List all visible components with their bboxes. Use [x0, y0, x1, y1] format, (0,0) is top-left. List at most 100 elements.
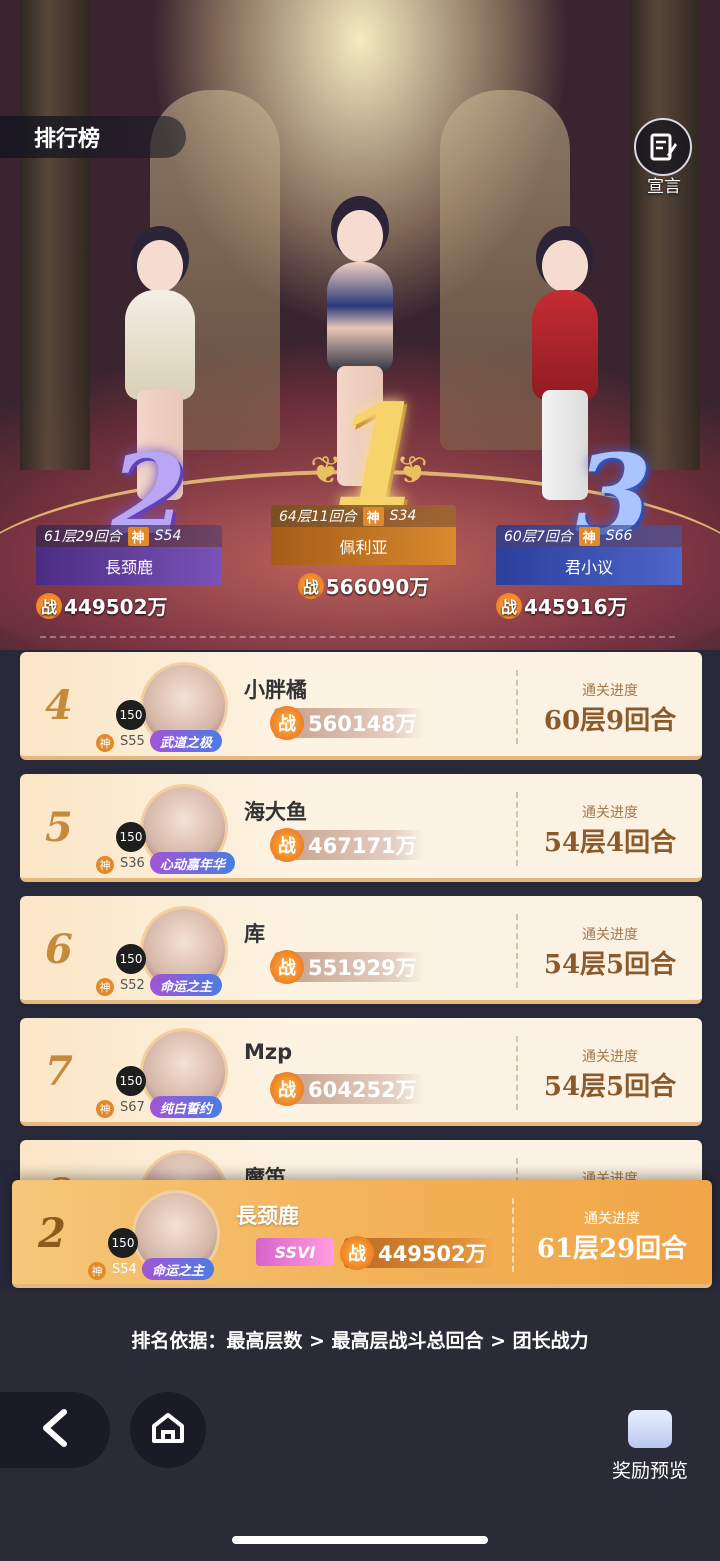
power-value: 449502万: [378, 1242, 487, 1266]
power-icon: 战: [36, 592, 62, 619]
power-value: 566090万: [325, 575, 430, 599]
section-divider: [40, 636, 675, 638]
player-name: 長颈鹿: [236, 1204, 299, 1228]
rank-number: 2: [38, 1210, 66, 1257]
floor-round: 61层29回合: [44, 529, 122, 545]
declare-label: 宣言: [647, 177, 681, 197]
power-icon: 战: [270, 1072, 304, 1106]
power: 战 467171万: [270, 828, 424, 862]
tier-badge: 神: [96, 734, 114, 752]
floor-round: 64层11回合: [279, 509, 357, 525]
list-item[interactable]: 4 150 神 S55 武道之极 小胖橘 战 560148万 通关进度 60层9回…: [20, 652, 702, 760]
level-badge: 150: [116, 700, 146, 730]
progress-label: 通关进度: [584, 1211, 640, 1227]
plate-tag: 60层7回合 神 S66: [496, 525, 682, 547]
podium-plate-3[interactable]: 60层7回合 神 S66 君小议 战 445916万: [496, 525, 682, 620]
separator: [516, 670, 518, 744]
reward-preview-button[interactable]: 奖励预览: [598, 1410, 702, 1483]
power-value: 551929万: [308, 956, 417, 980]
season: S54: [112, 1262, 137, 1277]
back-button[interactable]: [0, 1392, 110, 1468]
reward-preview-label: 奖励预览: [611, 1460, 688, 1482]
home-button[interactable]: [130, 1392, 206, 1468]
power: 战 445916万: [496, 591, 682, 620]
vip-badge: SSVI: [256, 1238, 334, 1266]
power-value: 449502万: [64, 595, 168, 619]
season: S66: [605, 528, 633, 544]
power-icon: 战: [340, 1236, 374, 1270]
page-title: 排行榜: [0, 116, 186, 158]
rank-number: 4: [45, 682, 73, 729]
progress-value: 54层5回合: [543, 1072, 677, 1102]
progress-value: 54层5回合: [543, 950, 677, 980]
podium-plate-2[interactable]: 61层29回合 神 S54 長颈鹿 战 449502万: [36, 525, 222, 620]
progress-value: 61层29回合: [536, 1234, 688, 1264]
power-icon: 战: [270, 828, 304, 862]
power: 战 449502万: [340, 1236, 494, 1270]
progress-value: 60层9回合: [543, 706, 677, 736]
separator: [512, 1198, 514, 1272]
player-name: 小胖橘: [244, 678, 307, 702]
tier-badge: 神: [96, 1100, 114, 1118]
tier-badge: 神: [96, 856, 114, 874]
plate-tag: 61层29回合 神 S54: [36, 525, 222, 547]
power: 战 566090万: [271, 571, 456, 600]
tier-badge: 神: [96, 978, 114, 996]
plate-tag: 64层11回合 神 S34: [271, 505, 456, 527]
progress-label: 通关进度: [582, 683, 638, 699]
progress-label: 通关进度: [582, 927, 638, 943]
title-badge: 命运之主: [150, 974, 223, 996]
treasure-chest-icon: [628, 1410, 672, 1448]
separator: [516, 914, 518, 988]
player-name: 君小议: [496, 547, 682, 585]
declare-button[interactable]: 宣言: [634, 118, 694, 197]
title-badge: 心动嘉年华: [150, 852, 236, 874]
rank-number: 7: [45, 1048, 73, 1095]
title-badge: 纯白誓约: [150, 1096, 223, 1118]
pillar-right: [630, 0, 700, 470]
my-rank-row[interactable]: 2 150 神 S54 命运之主 長颈鹿 SSVI 战 449502万 通关进度 …: [12, 1180, 712, 1288]
podium-scene: ❦ ❦ 2 1 3 61层29回合 神 S54 長颈鹿 战 449502万 64…: [0, 0, 720, 650]
progress-label: 通关进度: [582, 1049, 638, 1065]
progress-value: 54层4回合: [543, 828, 677, 858]
power-value: 604252万: [308, 1078, 417, 1102]
list-item[interactable]: 6 150 神 S52 命运之主 库 战 551929万 通关进度 54层5回合: [20, 896, 702, 1004]
season: S52: [120, 978, 145, 993]
player-name: 佩利亚: [271, 527, 456, 565]
power-value: 560148万: [308, 712, 417, 736]
title-badge: 武道之极: [150, 730, 223, 752]
player-name: 海大鱼: [244, 800, 307, 824]
page-title-text: 排行榜: [34, 127, 101, 152]
player-name: Mzp: [244, 1040, 293, 1064]
level-badge: 150: [116, 1066, 146, 1096]
season: S67: [120, 1100, 145, 1115]
back-arrow-icon: [38, 1408, 72, 1452]
player-name: 库: [244, 922, 265, 946]
progress-label: 通关进度: [582, 805, 638, 821]
rank-number: 5: [45, 804, 73, 851]
season: S54: [154, 528, 182, 544]
podium-plate-1[interactable]: 64层11回合 神 S34 佩利亚 战 566090万: [271, 505, 456, 600]
edit-note-icon: [634, 118, 692, 176]
separator: [516, 1036, 518, 1110]
tier-badge: 神: [578, 526, 600, 546]
tier-badge: 神: [88, 1262, 106, 1280]
pillar-left: [20, 0, 90, 470]
power-icon: 战: [270, 706, 304, 740]
power: 战 551929万: [270, 950, 424, 984]
system-home-indicator[interactable]: [232, 1536, 488, 1544]
power-icon: 战: [297, 572, 324, 599]
rank-number: 6: [45, 926, 73, 973]
list-item[interactable]: 7 150 神 S67 纯白誓约 Mzp 战 604252万 通关进度 54层5回…: [20, 1018, 702, 1126]
list-item[interactable]: 5 150 神 S36 心动嘉年华 海大鱼 战 467171万 通关进度 54层4…: [20, 774, 702, 882]
player-name: 長颈鹿: [36, 547, 222, 585]
level-badge: 150: [108, 1228, 138, 1258]
season: S36: [120, 856, 145, 871]
floor-round: 60层7回合: [504, 529, 573, 545]
power: 战 449502万: [36, 591, 222, 620]
level-badge: 150: [116, 822, 146, 852]
home-icon: [148, 1408, 188, 1452]
tier-badge: 神: [127, 526, 149, 546]
season: S55: [120, 734, 145, 749]
power-icon: 战: [270, 950, 304, 984]
